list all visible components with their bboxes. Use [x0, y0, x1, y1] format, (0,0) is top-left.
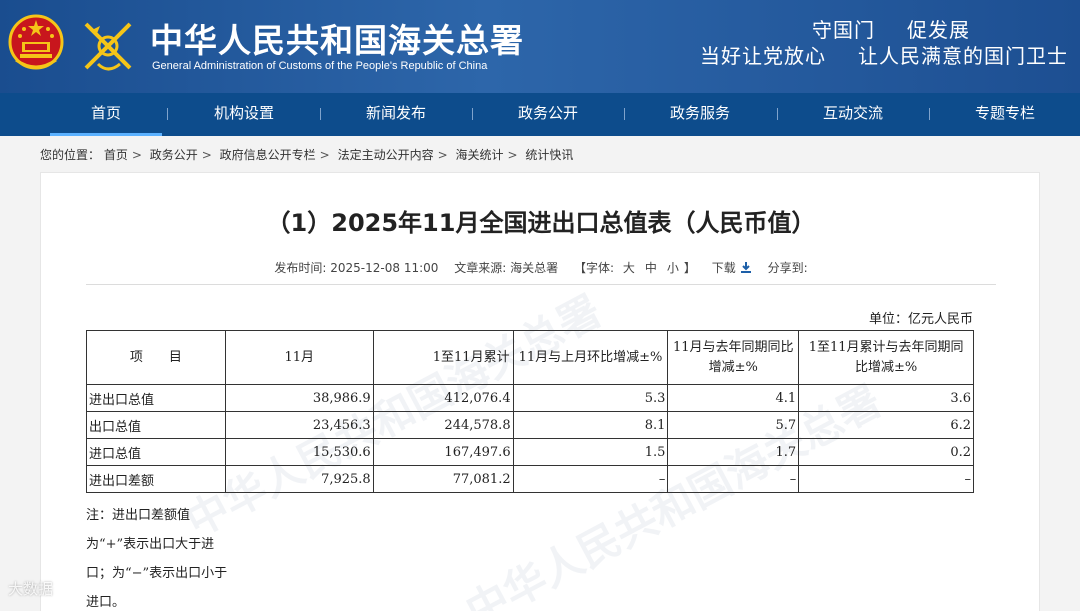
national-emblem-icon — [8, 14, 64, 70]
nav-item-services[interactable]: 政务服务 — [644, 93, 756, 136]
trade-value-table: 项 目 11月 1至11月累计 11月与上月环比增减±% 11月与去年同期同比增… — [86, 330, 974, 493]
table-header: 11月 — [224, 330, 374, 385]
download-icon — [740, 262, 751, 273]
site-title-english: General Administration of Customs of the… — [152, 60, 488, 72]
main-nav: 首页 机构设置 新闻发布 政务公开 政务服务 互动交流 专题专栏 — [0, 93, 1080, 136]
unit-label: 单位：亿元人民币 — [868, 312, 973, 327]
row-label: 进口总值 — [86, 438, 226, 466]
nav-divider — [624, 108, 625, 120]
table-cell: 5.3 — [512, 384, 669, 412]
nav-item-gov-affairs[interactable]: 政务公开 — [492, 93, 604, 136]
breadcrumb-link-info-column[interactable]: 政府信息公开专栏 — [220, 148, 316, 162]
nav-item-news[interactable]: 新闻发布 — [340, 93, 452, 136]
table-cell: 244,578.8 — [372, 411, 514, 439]
nav-divider — [777, 108, 778, 120]
article-source: 文章来源: 海关总署 — [454, 261, 559, 275]
table-header: 1至11月累计与去年同期同比增减±% — [798, 330, 974, 385]
nav-divider — [472, 108, 473, 120]
breadcrumb-prefix: 您的位置： — [40, 148, 101, 162]
row-label: 进出口差额 — [86, 465, 226, 493]
breadcrumb-link-home[interactable]: 首页 — [104, 148, 128, 162]
font-size-large[interactable]: 大 — [623, 261, 635, 275]
breadcrumb-link-gov-affairs[interactable]: 政务公开 — [150, 148, 198, 162]
table-cell: 1.5 — [512, 438, 669, 466]
breadcrumb-link-express[interactable]: 统计快讯 — [525, 148, 573, 162]
table-header: 11月与去年同期同比增减±% — [667, 330, 800, 385]
nav-item-interaction[interactable]: 互动交流 — [797, 93, 909, 136]
table-cell: 23,456.3 — [224, 411, 374, 439]
table-row: 进出口差额 7,925.8 77,081.2 – – – — [86, 465, 974, 493]
article-panel: 中华人民共和国海关总署 中华人民共和国海关总署 （1）2025年11月全国进出口… — [40, 172, 1040, 611]
site-title: 中华人民共和国海关总署 — [150, 21, 524, 60]
slogan-line-1: 守国门 促发展 — [812, 18, 970, 42]
font-size-medium[interactable]: 中 — [645, 261, 657, 275]
table-row: 出口总值 23,456.3 244,578.8 8.1 5.7 6.2 — [86, 411, 974, 439]
table-cell: 0.2 — [798, 438, 974, 466]
table-cell: 15,530.6 — [224, 438, 374, 466]
nav-divider — [167, 108, 168, 120]
table-header: 1至11月累计 — [372, 330, 514, 385]
article-meta: 发布时间: 2025-12-08 11:00 文章来源: 海关总署 【字体: 大… — [41, 259, 1039, 276]
font-size-small[interactable]: 小 — [667, 261, 679, 275]
table-cell: 77,081.2 — [372, 465, 514, 493]
table-header: 11月与上月环比增减±% — [512, 330, 669, 385]
site-header: 中华人民共和国海关总署 General Administration of Cu… — [0, 0, 1080, 93]
breadcrumb-link-public-content[interactable]: 法定主动公开内容 — [338, 148, 434, 162]
table-cell: – — [798, 465, 974, 493]
table-note: 注：进出口差额值为“+”表示出口大于进口；为“−”表示出口小于进口。 — [86, 508, 228, 610]
nav-item-home[interactable]: 首页 — [50, 93, 162, 136]
table-cell: 7,925.8 — [224, 465, 374, 493]
table-cell: 412,076.4 — [372, 384, 514, 412]
font-size-selector: 【字体: 大中小】 — [573, 261, 696, 275]
table-cell: 3.6 — [798, 384, 974, 412]
table-cell: 167,497.6 — [372, 438, 514, 466]
customs-logo-icon — [84, 22, 132, 71]
download-button[interactable]: 下载 — [712, 261, 752, 275]
table-cell: – — [667, 465, 800, 493]
nav-divider — [320, 108, 321, 120]
table-row: 进出口总值 38,986.9 412,076.4 5.3 4.1 3.6 — [86, 384, 974, 412]
table-cell: 1.7 — [667, 438, 800, 466]
article-title: （1）2025年11月全国进出口总值表（人民币值） — [266, 209, 816, 237]
table-row: 进口总值 15,530.6 167,497.6 1.5 1.7 0.2 — [86, 438, 974, 466]
table-cell: 6.2 — [798, 411, 974, 439]
nav-divider — [929, 108, 930, 120]
row-label: 出口总值 — [86, 411, 226, 439]
table-cell: 5.7 — [667, 411, 800, 439]
table-header-row: 项 目 11月 1至11月累计 11月与上月环比增减±% 11月与去年同期同比增… — [86, 330, 974, 385]
share-label: 分享到: — [767, 261, 808, 275]
breadcrumb: 您的位置： 首页 > 政务公开 > 政府信息公开专栏 > 法定主动公开内容 > 海关统计… — [40, 148, 574, 162]
table-cell: 38,986.9 — [224, 384, 374, 412]
table-cell: – — [512, 465, 669, 493]
nav-item-organization[interactable]: 机构设置 — [188, 93, 300, 136]
overlay-watermark: 大数据 — [8, 580, 54, 598]
slogan-line-2: 当好让党放心 让人民满意的国门卫士 — [700, 44, 1068, 68]
table-cell: 4.1 — [667, 384, 800, 412]
title-divider — [86, 284, 996, 285]
breadcrumb-link-statistics[interactable]: 海关统计 — [455, 148, 503, 162]
publish-time: 发布时间: 2025-12-08 11:00 — [274, 261, 439, 275]
table-cell: 8.1 — [512, 411, 669, 439]
table-header: 项 目 — [86, 330, 226, 385]
nav-item-topics[interactable]: 专题专栏 — [949, 93, 1061, 136]
row-label: 进出口总值 — [86, 384, 226, 412]
